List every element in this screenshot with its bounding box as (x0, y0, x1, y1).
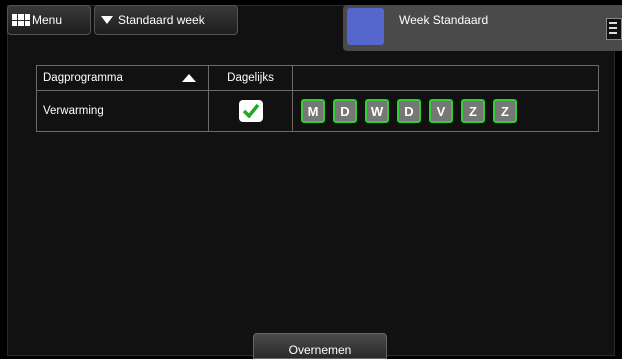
week-title: Week Standaard (399, 13, 489, 27)
day-button-tuesday[interactable]: D (333, 99, 357, 123)
program-table: Dagprogramma Dagelijks Verwarming M D W … (36, 65, 599, 132)
header-dagprogramma-label: Dagprogramma (43, 72, 123, 84)
header-days (292, 65, 599, 91)
day-button-wednesday[interactable]: W (365, 99, 389, 123)
week-select-button[interactable]: Standaard week (94, 5, 238, 35)
table-header-row: Dagprogramma Dagelijks (36, 65, 599, 91)
menu-button-label: Menu (32, 13, 63, 27)
table-row[interactable]: Verwarming M D W D V Z Z (36, 90, 599, 132)
row-days-cell: M D W D V Z Z (292, 90, 599, 132)
row-name: Verwarming (36, 90, 209, 132)
day-button-friday[interactable]: V (429, 99, 453, 123)
triangle-down-icon (101, 16, 113, 24)
row-daily-cell (208, 90, 293, 132)
day-button-monday[interactable]: M (301, 99, 325, 123)
grid-menu-icon (12, 14, 30, 26)
daily-checkbox[interactable] (238, 100, 263, 122)
checkmark-icon (242, 104, 259, 118)
week-select-label: Standaard week (118, 13, 205, 27)
day-button-sunday[interactable]: Z (493, 99, 517, 123)
menu-button[interactable]: Menu (7, 5, 91, 35)
header-dagprogramma[interactable]: Dagprogramma (36, 65, 209, 91)
edit-icon[interactable] (606, 18, 622, 40)
week-color-swatch[interactable] (347, 8, 384, 45)
header-dagelijks: Dagelijks (208, 65, 293, 91)
week-panel: Week Standaard (343, 5, 622, 51)
triangle-up-icon (182, 74, 196, 82)
main-frame (7, 5, 615, 356)
day-button-saturday[interactable]: Z (461, 99, 485, 123)
apply-button[interactable]: Overnemen (253, 333, 387, 359)
day-button-thursday[interactable]: D (397, 99, 421, 123)
